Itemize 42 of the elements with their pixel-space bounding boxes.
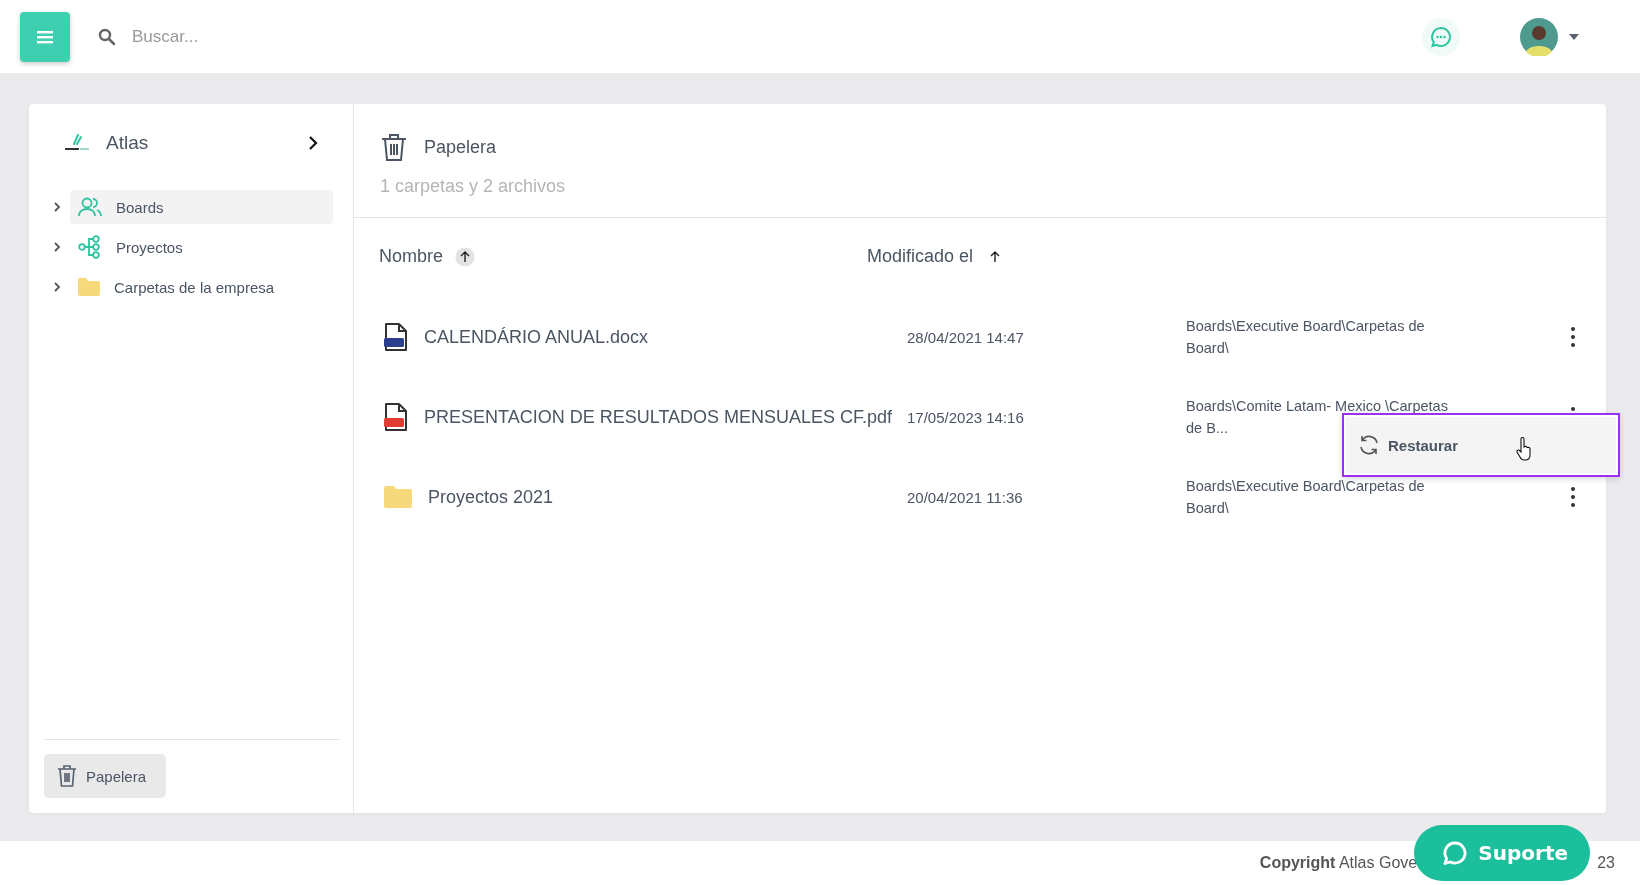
- network-icon: [78, 235, 102, 259]
- tree-item[interactable]: Proyectos: [70, 230, 333, 264]
- file-path: Boards\Executive Board\Carpetas de Board\: [1186, 477, 1426, 518]
- folder-icon: [384, 486, 412, 508]
- chevron-right-icon[interactable]: [52, 281, 62, 293]
- more-icon: [1571, 327, 1575, 347]
- more-icon: [1571, 487, 1575, 507]
- folder-icon: [78, 278, 100, 296]
- modified-date: 20/04/2021 11:36: [907, 488, 1024, 506]
- file-name[interactable]: PRESENTACION DE RESULTADOS MENSUALES CF.pdf: [424, 406, 893, 428]
- modified-date: 28/04/2021 14:47: [907, 328, 1025, 346]
- refresh-icon: [1358, 434, 1380, 456]
- trash-icon: [57, 764, 77, 788]
- chevron-right-icon[interactable]: [307, 135, 319, 151]
- chevron-right-icon[interactable]: [52, 241, 62, 253]
- column-header[interactable]: Modificado el: [867, 246, 974, 267]
- sort-up-icon[interactable]: [455, 246, 476, 267]
- restore-menu-item[interactable]: Restaurar: [1346, 417, 1616, 473]
- trash-button[interactable]: Papelera: [44, 754, 167, 798]
- chevron-right-icon[interactable]: [52, 201, 62, 213]
- pdf-file-icon: [384, 402, 408, 432]
- chat-icon: [1429, 24, 1453, 49]
- doc-file-icon: [384, 322, 408, 352]
- file-name[interactable]: CALENDÁRIO ANUAL.docx: [424, 326, 649, 348]
- users-icon: [78, 196, 102, 218]
- modified-date: 17/05/2023 14:16: [907, 408, 1025, 426]
- trash-icon: [380, 132, 408, 162]
- chat-icon: [1442, 840, 1469, 866]
- file-path: Boards\Executive Board\Carpetas de Board\: [1186, 317, 1426, 358]
- menu-icon: [37, 29, 53, 44]
- page-title: Papelera: [424, 136, 497, 158]
- column-header[interactable]: Nombre: [379, 246, 444, 267]
- caret-icon[interactable]: [1568, 32, 1580, 41]
- avatar[interactable]: [1520, 17, 1558, 56]
- workspace-name: Atlas: [106, 132, 149, 154]
- search-icon: [98, 27, 116, 46]
- tree-item[interactable]: Boards: [70, 190, 333, 224]
- copyright-text: 23: [1597, 854, 1615, 872]
- tree-item[interactable]: Carpetas de la empresa: [70, 270, 333, 304]
- file-name[interactable]: Proyectos 2021: [428, 486, 554, 508]
- item-count: 1 carpetas y 2 archivos: [380, 176, 567, 197]
- hand-cursor-icon: [1516, 437, 1532, 461]
